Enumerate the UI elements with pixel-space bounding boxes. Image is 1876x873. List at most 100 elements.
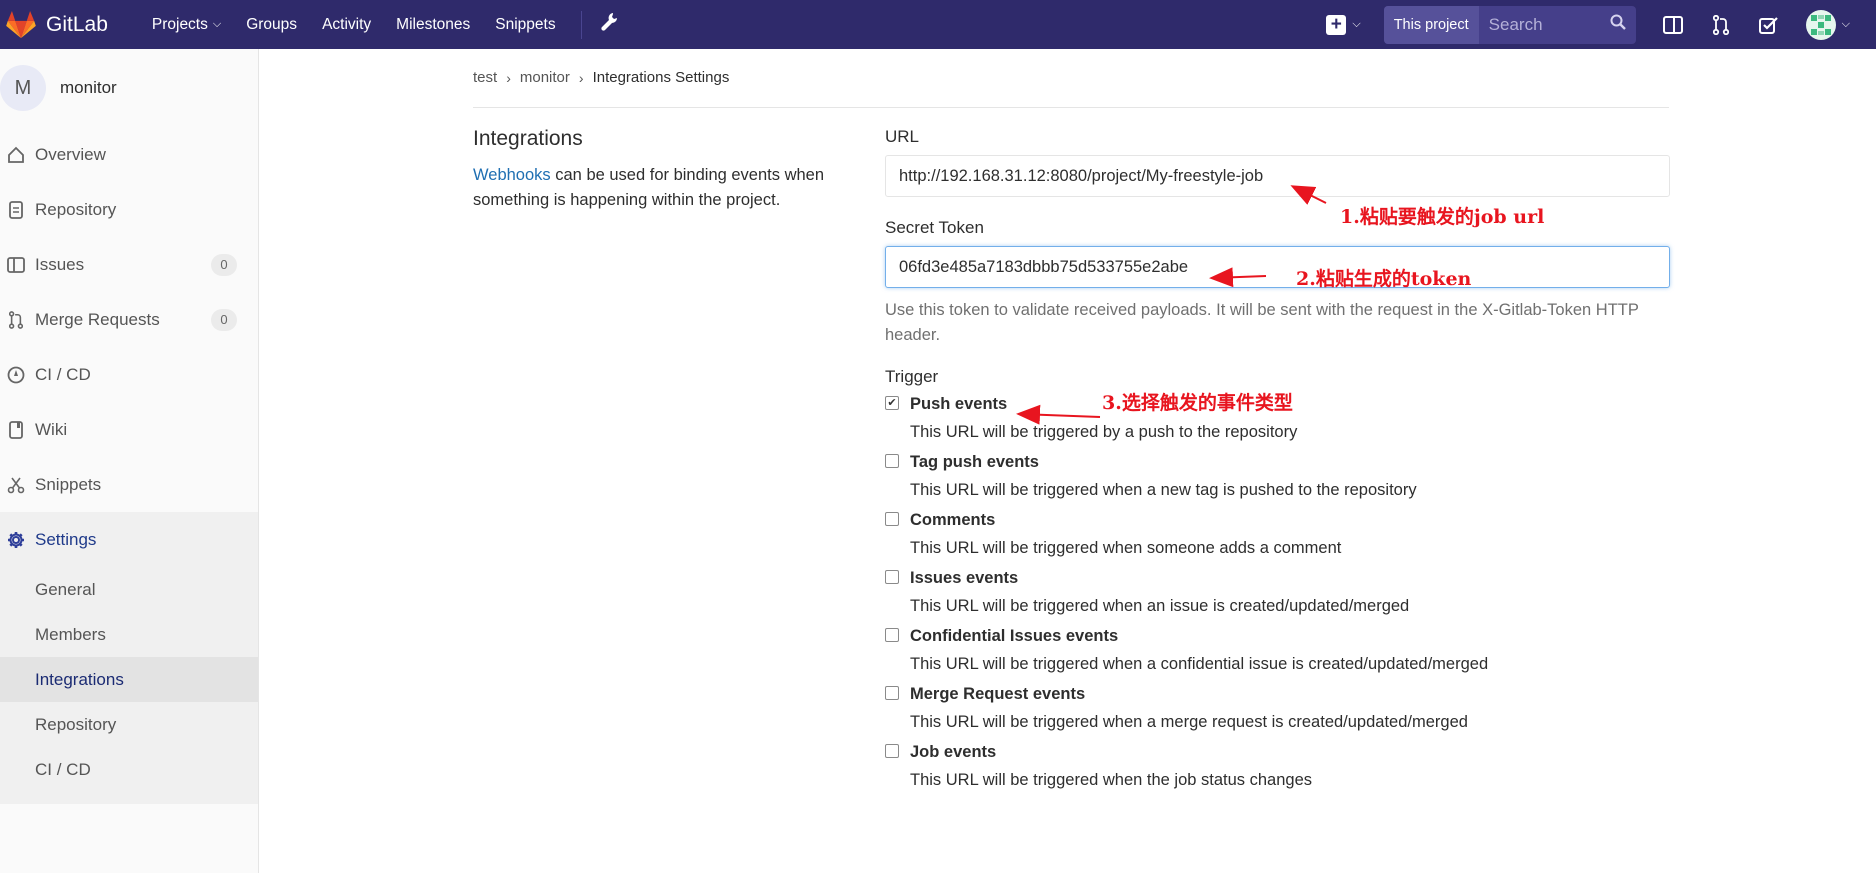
project-sidebar: M monitor Overview Repository Issues 0 M…	[0, 49, 259, 873]
settings-sub-repository[interactable]: Repository	[0, 702, 258, 747]
merge-request-events-checkbox[interactable]	[885, 686, 899, 700]
trigger-comments: Comments This URL will be triggered when…	[885, 511, 1670, 558]
integrations-intro: Integrations Webhooks can be used for bi…	[473, 127, 863, 213]
merge-request-icon[interactable]	[1710, 14, 1732, 36]
chevron-right-icon: ›	[578, 69, 584, 86]
sidebar-item-label: Merge Requests	[35, 309, 160, 329]
push-events-checkbox[interactable]	[885, 396, 899, 410]
chevron-down-icon: ⌵	[1352, 18, 1361, 30]
trigger-title: Confidential Issues events	[910, 627, 1119, 645]
sidebar-item-overview[interactable]: Overview	[0, 127, 258, 182]
page-title: Integrations	[473, 127, 583, 150]
sidebar-item-issues[interactable]: Issues 0	[0, 237, 258, 292]
breadcrumb-current[interactable]: Integrations Settings	[593, 69, 730, 86]
issues-icon	[4, 256, 28, 274]
trigger-issues-events: Issues events This URL will be triggered…	[885, 569, 1670, 616]
chevron-down-icon: ⌵	[1841, 18, 1850, 30]
webhook-form: URL http://192.168.31.12:8080/project/My…	[885, 127, 1670, 790]
brand-name: GitLab	[46, 12, 108, 36]
trigger-title: Comments	[910, 511, 996, 529]
trigger-title: Issues events	[910, 569, 1019, 587]
issues-events-checkbox[interactable]	[885, 570, 899, 584]
annotation-2: 2.粘贴生成的token	[1296, 268, 1472, 290]
breadcrumb-test[interactable]: test	[473, 69, 497, 86]
main-nav: Projects ⌵ Groups Activity Milestones Sn…	[152, 10, 618, 39]
plus-icon: +	[1326, 14, 1347, 35]
sidebar-item-wiki[interactable]: Wiki	[0, 402, 258, 457]
trigger-description: This URL will be triggered when someone …	[910, 539, 1342, 557]
search-input[interactable]: Search	[1479, 6, 1636, 44]
sidebar-item-ci-cd[interactable]: CI / CD	[0, 347, 258, 402]
book-icon	[4, 420, 28, 439]
todo-check-icon[interactable]	[1758, 14, 1780, 36]
sidebar-item-label: Settings	[35, 529, 97, 549]
gitlab-logo[interactable]: GitLab	[6, 10, 108, 39]
url-field[interactable]: http://192.168.31.12:8080/project/My-fre…	[885, 155, 1670, 197]
job-events-checkbox[interactable]	[885, 744, 899, 758]
settings-sub-ci-cd[interactable]: CI / CD	[0, 747, 258, 792]
search-scope-badge[interactable]: This project	[1383, 5, 1479, 44]
annotation-3: 3.选择触发的事件类型	[1102, 392, 1293, 414]
sidebar-item-label: Overview	[35, 144, 106, 164]
scissors-icon	[4, 476, 28, 494]
nav-right: + ⌵ This project Search ⌵	[1326, 0, 1876, 49]
breadcrumb-monitor[interactable]: monitor	[520, 69, 570, 86]
nav-projects[interactable]: Projects ⌵	[152, 16, 221, 34]
trigger-merge-request-events: Merge Request events This URL will be tr…	[885, 685, 1670, 732]
main-content: test › monitor › Integrations Settings I…	[260, 49, 1876, 873]
trigger-tag-push-events: Tag push events This URL will be trigger…	[885, 453, 1670, 500]
sidebar-item-label: Wiki	[35, 419, 68, 439]
settings-sub-integrations[interactable]: Integrations	[0, 657, 258, 702]
search-placeholder: Search	[1488, 14, 1543, 34]
home-icon	[4, 146, 28, 164]
sidebar-item-label: CI / CD	[35, 364, 91, 384]
settings-section: Settings General Members Integrations Re…	[0, 512, 258, 804]
trigger-description: This URL will be triggered when a merge …	[910, 713, 1468, 731]
divider	[473, 107, 1669, 108]
sidebar-item-label: Repository	[35, 199, 117, 219]
nav-milestones[interactable]: Milestones	[396, 16, 470, 34]
nav-activity[interactable]: Activity	[322, 16, 371, 34]
sidebar-item-merge-requests[interactable]: Merge Requests 0	[0, 292, 258, 347]
admin-wrench-icon[interactable]	[600, 12, 618, 38]
comments-checkbox[interactable]	[885, 512, 899, 526]
tanuki-logo-icon	[6, 10, 36, 38]
top-navbar: GitLab Projects ⌵ Groups Activity Milest…	[0, 0, 1876, 49]
tag-push-events-checkbox[interactable]	[885, 454, 899, 468]
merge-request-icon	[4, 310, 28, 329]
sidebar-project-header[interactable]: M monitor	[0, 49, 258, 127]
secret-token-label: Secret Token	[885, 218, 984, 237]
chevron-down-icon: ⌵	[212, 18, 222, 30]
new-dropdown-button[interactable]: + ⌵	[1326, 14, 1361, 35]
identicon-icon	[1810, 14, 1831, 35]
settings-sub-members[interactable]: Members	[0, 612, 258, 657]
nav-groups[interactable]: Groups	[246, 16, 297, 34]
confidential-issues-events-checkbox[interactable]	[885, 628, 899, 642]
nav-projects-label: Projects	[151, 15, 208, 33]
annotation-1: 1.粘贴要触发的job url	[1340, 206, 1545, 228]
trigger-title: Job events	[910, 743, 997, 761]
sidebar-item-repository[interactable]: Repository	[0, 182, 258, 237]
trigger-description: This URL will be triggered when an issue…	[910, 597, 1410, 615]
secret-token-field[interactable]: 06fd3e485a7183dbbb75d533755e2abe	[885, 246, 1670, 288]
webhooks-link[interactable]: Webhooks	[473, 166, 551, 184]
search-box: This project Search	[1383, 5, 1636, 44]
chevron-right-icon: ›	[506, 69, 511, 86]
sidebar-item-settings[interactable]: Settings	[0, 512, 258, 567]
token-help-text: Use this token to validate received payl…	[885, 301, 1639, 344]
nav-snippets[interactable]: Snippets	[495, 16, 555, 34]
sidebar-item-snippets[interactable]: Snippets	[0, 457, 258, 512]
sidebar-item-label: Snippets	[35, 474, 102, 494]
settings-sub-general[interactable]: General	[0, 567, 258, 612]
trigger-label: Trigger	[885, 367, 939, 386]
sidebar-item-label: Issues	[35, 254, 85, 274]
user-avatar[interactable]	[1805, 9, 1836, 40]
trigger-description: This URL will be triggered when a confid…	[910, 655, 1489, 673]
rocket-icon	[4, 366, 28, 384]
trigger-confidential-issues-events: Confidential Issues events This URL will…	[885, 627, 1670, 674]
trigger-job-events: Job events This URL will be triggered wh…	[885, 743, 1670, 790]
trigger-description: This URL will be triggered when a new ta…	[910, 481, 1417, 499]
sidebar-toggle-icon[interactable]	[1662, 14, 1684, 36]
project-name: monitor	[60, 78, 117, 97]
trigger-description: This URL will be triggered when the job …	[910, 771, 1313, 789]
